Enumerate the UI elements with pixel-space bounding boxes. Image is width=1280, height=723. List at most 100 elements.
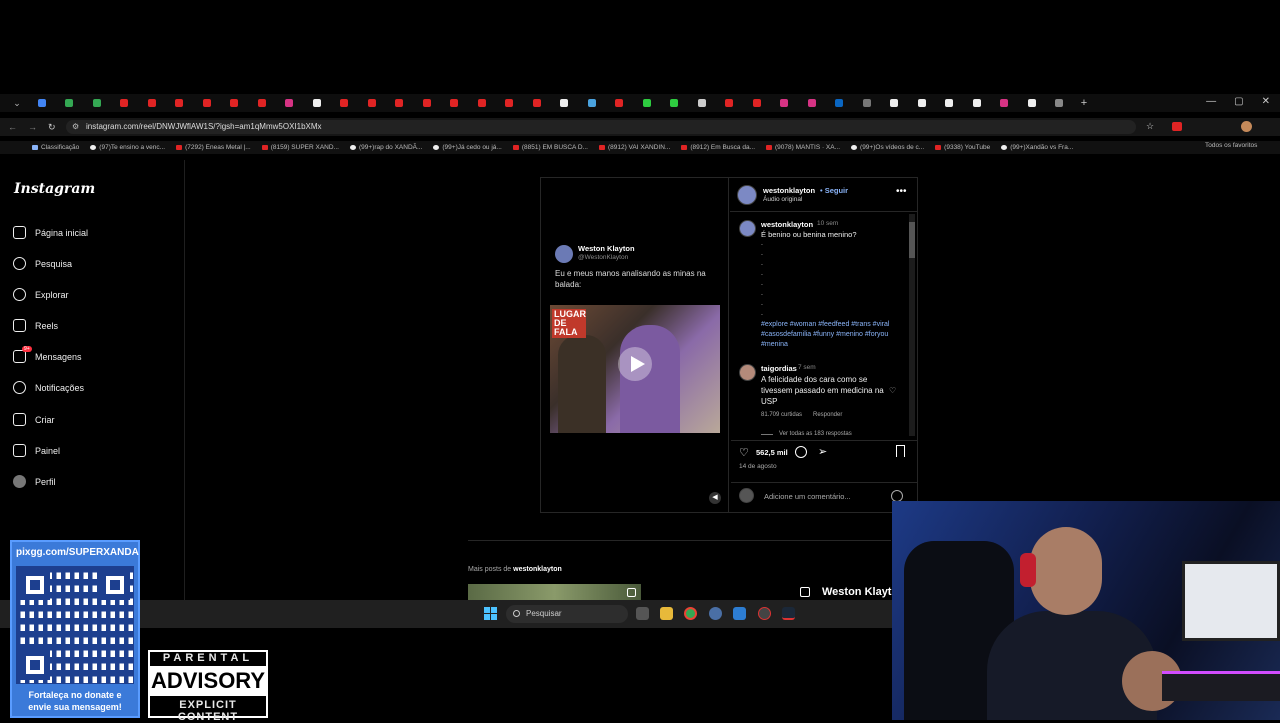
comment-likes[interactable]: 81.709 curtidas bbox=[761, 412, 802, 418]
reply-avatar[interactable] bbox=[739, 364, 756, 381]
sidebar-item-heart[interactable]: Notificações bbox=[13, 381, 84, 394]
bookmark-item[interactable]: (9078) MANTIS · XA... bbox=[766, 144, 840, 151]
profile-avatar[interactable] bbox=[1241, 121, 1252, 132]
browser-tab[interactable] bbox=[138, 96, 166, 110]
instagram-logo[interactable]: Instagram bbox=[14, 181, 95, 197]
extension-icon[interactable] bbox=[1172, 122, 1182, 131]
browser-tab[interactable] bbox=[908, 96, 936, 110]
more-options-icon[interactable]: ••• bbox=[896, 186, 907, 197]
browser-tab[interactable] bbox=[303, 96, 331, 110]
browser-tab[interactable] bbox=[936, 96, 964, 110]
all-favorites[interactable]: Todos os favoritos bbox=[1205, 142, 1257, 149]
file-explorer-icon[interactable] bbox=[660, 607, 673, 620]
browser-tab[interactable] bbox=[441, 96, 469, 110]
tab-search-button[interactable]: ⌄ bbox=[6, 96, 28, 110]
browser-tab[interactable] bbox=[331, 96, 359, 110]
author-avatar[interactable] bbox=[737, 185, 757, 205]
bookmark-item[interactable]: (7292) Eneas Metal |... bbox=[176, 144, 251, 151]
caption-avatar[interactable] bbox=[739, 220, 756, 237]
browser-tab[interactable] bbox=[28, 96, 56, 110]
like-count[interactable]: 562,5 mil bbox=[756, 448, 788, 457]
browser-tab[interactable] bbox=[853, 96, 881, 110]
browser-tab[interactable] bbox=[688, 96, 716, 110]
task-view-icon[interactable] bbox=[636, 607, 649, 620]
browser-tab[interactable] bbox=[991, 96, 1019, 110]
bookmark-item[interactable]: (99+)Xandão vs Fra... bbox=[1001, 144, 1073, 151]
sidebar-item-messenger[interactable]: 9+ Mensagens bbox=[13, 346, 82, 363]
like-icon[interactable]: ♡ bbox=[739, 446, 749, 459]
browser-tab[interactable] bbox=[716, 96, 744, 110]
browser-tab[interactable] bbox=[1046, 96, 1074, 110]
bookmark-item[interactable]: (97)Te ensino a venc... bbox=[90, 144, 165, 151]
browser-tab[interactable] bbox=[221, 96, 249, 110]
browser-tab[interactable] bbox=[56, 96, 84, 110]
chrome-icon[interactable] bbox=[684, 607, 697, 620]
browser-tab[interactable] bbox=[496, 96, 524, 110]
settings-icon[interactable] bbox=[709, 607, 722, 620]
sidebar-item-profile[interactable]: Perfil bbox=[13, 475, 56, 488]
browser-tab[interactable] bbox=[358, 96, 386, 110]
more-post-thumbnail[interactable] bbox=[468, 584, 641, 600]
sidebar-item-reels[interactable]: Reels bbox=[13, 319, 58, 332]
sidebar-item-home[interactable]: Página inicial bbox=[13, 226, 88, 239]
browser-tab[interactable] bbox=[276, 96, 304, 110]
back-icon[interactable]: ← bbox=[8, 122, 17, 132]
close-icon[interactable]: ✕ bbox=[1262, 96, 1270, 107]
bookmark-item[interactable]: (8912) VAI XANDIN... bbox=[598, 144, 670, 151]
bookmark-item[interactable]: Classificação bbox=[32, 144, 79, 151]
browser-tab[interactable] bbox=[523, 96, 551, 110]
browser-tab[interactable] bbox=[798, 96, 826, 110]
comment-author[interactable]: taigordias bbox=[761, 364, 797, 373]
comment-like-icon[interactable]: ♡ bbox=[889, 386, 896, 395]
maximize-icon[interactable]: ▢ bbox=[1234, 96, 1243, 107]
forward-icon[interactable]: → bbox=[28, 122, 37, 132]
browser-tab[interactable] bbox=[771, 96, 799, 110]
bookmark-item[interactable]: (99+)Já cedo ou já... bbox=[433, 144, 502, 151]
browser-tab[interactable] bbox=[83, 96, 111, 110]
bookmark-item[interactable]: (8159) SUPER XAND... bbox=[261, 144, 339, 151]
browser-tab[interactable] bbox=[826, 96, 854, 110]
browser-tab[interactable] bbox=[633, 96, 661, 110]
audio-label[interactable]: Áudio original bbox=[763, 196, 802, 203]
browser-tab[interactable] bbox=[111, 96, 139, 110]
browser-tab[interactable] bbox=[606, 96, 634, 110]
browser-tab[interactable] bbox=[1018, 96, 1046, 110]
new-tab-button[interactable]: + bbox=[1073, 96, 1095, 110]
play-icon[interactable] bbox=[618, 347, 652, 381]
windows-start-icon[interactable] bbox=[484, 607, 497, 620]
comment-input[interactable]: Adicione um comentário... bbox=[764, 492, 851, 501]
obs-icon[interactable] bbox=[758, 607, 771, 620]
caption-hashtags[interactable]: #explore #woman #feedfeed #trans #viral … bbox=[761, 320, 906, 350]
browser-tab[interactable] bbox=[248, 96, 276, 110]
more-posts-user[interactable]: westonklayton bbox=[513, 566, 562, 573]
sidebar-item-plus[interactable]: Criar bbox=[13, 413, 55, 426]
bookmark-item[interactable]: (99+)rap do XANDÃ... bbox=[349, 144, 422, 151]
sidebar-item-search[interactable]: Pesquisa bbox=[13, 257, 72, 270]
comments-scroll-thumb[interactable] bbox=[909, 222, 915, 258]
share-icon[interactable]: ➢ bbox=[818, 445, 827, 458]
app-icon[interactable] bbox=[733, 607, 746, 620]
browser-tab[interactable] bbox=[661, 96, 689, 110]
bookmark-item[interactable]: (99+)Os vídeos de c... bbox=[851, 144, 924, 151]
browser-tab[interactable] bbox=[166, 96, 194, 110]
bookmark-item[interactable]: (8912) Em Busca da... bbox=[681, 144, 755, 151]
video-thumbnail[interactable]: LUGAR DE FALA bbox=[550, 305, 720, 433]
sidebar-item-dashboard[interactable]: Painel bbox=[13, 444, 60, 457]
caption-author[interactable]: westonklayton bbox=[761, 220, 813, 229]
browser-tab[interactable] bbox=[413, 96, 441, 110]
steam-icon[interactable] bbox=[782, 607, 795, 620]
comment-icon[interactable] bbox=[795, 446, 807, 458]
bookmark-item[interactable]: (8851) EM BUSCA D... bbox=[512, 144, 588, 151]
browser-tab[interactable] bbox=[578, 96, 606, 110]
minimize-icon[interactable]: — bbox=[1206, 96, 1216, 107]
post-date[interactable]: 14 de agosto bbox=[739, 463, 777, 470]
bookmark-star-icon[interactable]: ☆ bbox=[1146, 121, 1154, 132]
follow-button[interactable]: • Seguir bbox=[820, 186, 848, 195]
url-input[interactable]: instagram.com/reel/DNWJWflAW1S/?igsh=am1… bbox=[66, 120, 1136, 134]
save-icon[interactable] bbox=[896, 445, 905, 457]
view-replies-button[interactable]: Ver todas as 183 respostas bbox=[779, 431, 852, 437]
taskbar-search[interactable]: Pesquisar bbox=[506, 605, 628, 623]
site-info-icon[interactable]: ⚙ bbox=[72, 122, 79, 131]
browser-tab[interactable] bbox=[386, 96, 414, 110]
browser-tab[interactable] bbox=[468, 96, 496, 110]
